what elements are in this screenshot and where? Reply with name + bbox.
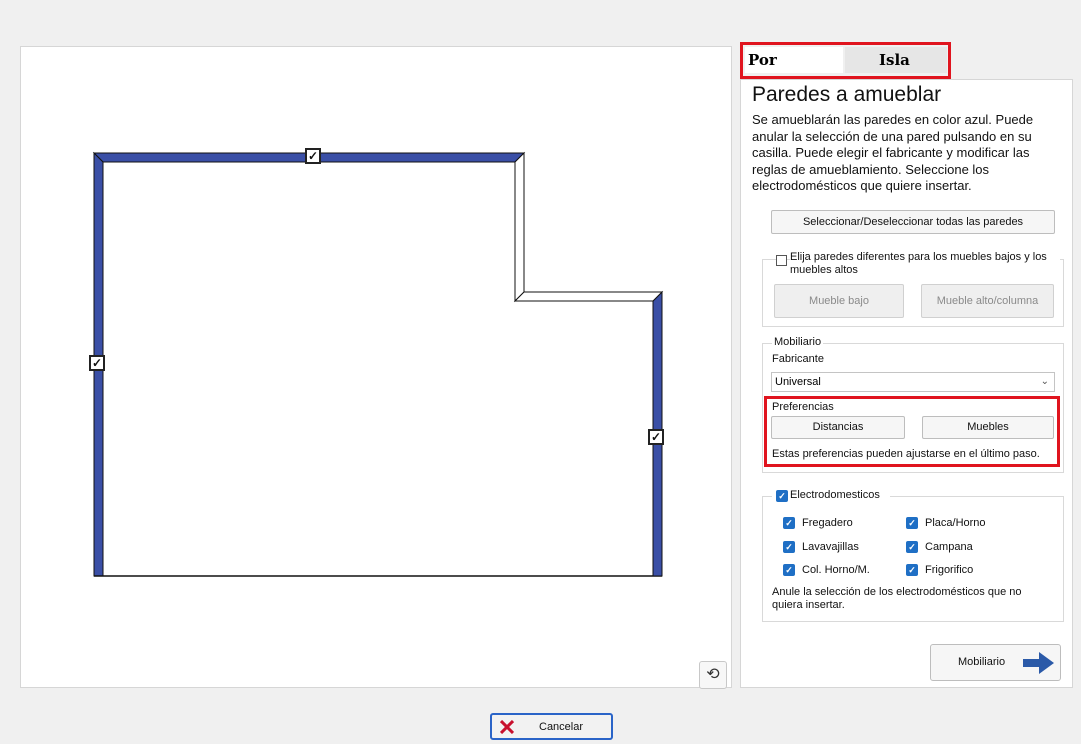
tabs-highlight (740, 42, 951, 79)
placa-horno-label: Placa/Horno (925, 517, 986, 529)
mobiliario-legend: Mobiliario (772, 336, 824, 348)
campana-checkbox[interactable]: ✓ (906, 541, 918, 553)
wall-right-checkbox[interactable]: ✓ (648, 429, 664, 445)
close-icon (500, 720, 514, 734)
mueble-bajo-button[interactable]: Mueble bajo (774, 284, 904, 318)
distancias-button[interactable]: Distancias (771, 416, 905, 439)
refresh-icon[interactable]: ⟲ (699, 661, 727, 689)
chevron-down-icon: ⌄ (1040, 376, 1049, 387)
fabricante-label: Fabricante (772, 353, 824, 365)
lavavajillas-label: Lavavajillas (802, 541, 859, 553)
col-horno-label: Col. Horno/M. (802, 564, 870, 576)
placa-horno-checkbox[interactable]: ✓ (906, 517, 918, 529)
arrow-right-icon (1023, 652, 1054, 674)
top-bar (0, 0, 1081, 46)
wall-left-checkbox[interactable]: ✓ (89, 355, 105, 371)
panel-description: Se amueblarán las paredes en color azul.… (752, 112, 1034, 193)
different-walls-label: Elija paredes diferentes para los mueble… (790, 251, 1060, 277)
preferencias-label: Preferencias (772, 401, 834, 413)
panel-title: Paredes a amueblar (752, 83, 942, 106)
different-walls-checkbox[interactable] (776, 255, 787, 266)
campana-label: Campana (925, 541, 973, 553)
fregadero-label: Fregadero (802, 517, 853, 529)
lavavajillas-checkbox[interactable]: ✓ (783, 541, 795, 553)
wall-inner-horizontal (513, 291, 664, 302)
cancel-button[interactable]: Cancelar (490, 713, 613, 740)
floor-plan-canvas[interactable]: ✓ ✓ ✓ ⟲ (20, 46, 732, 689)
appliances-note: Anule la selección de los electrodomésti… (772, 586, 1022, 611)
cancel-label: Cancelar (539, 721, 584, 733)
floor-plan-drawing (92, 151, 664, 577)
appliances-checkbox[interactable]: ✓ (776, 490, 788, 502)
appliances-legend: Electrodomesticos (790, 489, 880, 501)
frigorifico-label: Frigorifico (925, 564, 974, 576)
mobiliario-next-button[interactable]: Mobiliario (930, 644, 1061, 681)
col-horno-checkbox[interactable]: ✓ (783, 564, 795, 576)
fabricante-select[interactable]: Universal ⌄ (771, 372, 1055, 392)
select-all-walls-button[interactable]: Seleccionar/Deseleccionar todas las pare… (771, 210, 1055, 234)
mueble-alto-button[interactable]: Mueble alto/columna (921, 284, 1054, 318)
fabricante-value: Universal (775, 376, 821, 388)
frigorifico-checkbox[interactable]: ✓ (906, 564, 918, 576)
preferences-note: Estas preferencias pueden ajustarse en e… (772, 448, 1040, 460)
muebles-button[interactable]: Muebles (922, 416, 1054, 439)
wall-inner-vertical (514, 151, 525, 303)
mobiliario-next-label: Mobiliario (958, 656, 1006, 668)
wall-top-checkbox[interactable]: ✓ (305, 148, 321, 164)
fregadero-checkbox[interactable]: ✓ (783, 517, 795, 529)
